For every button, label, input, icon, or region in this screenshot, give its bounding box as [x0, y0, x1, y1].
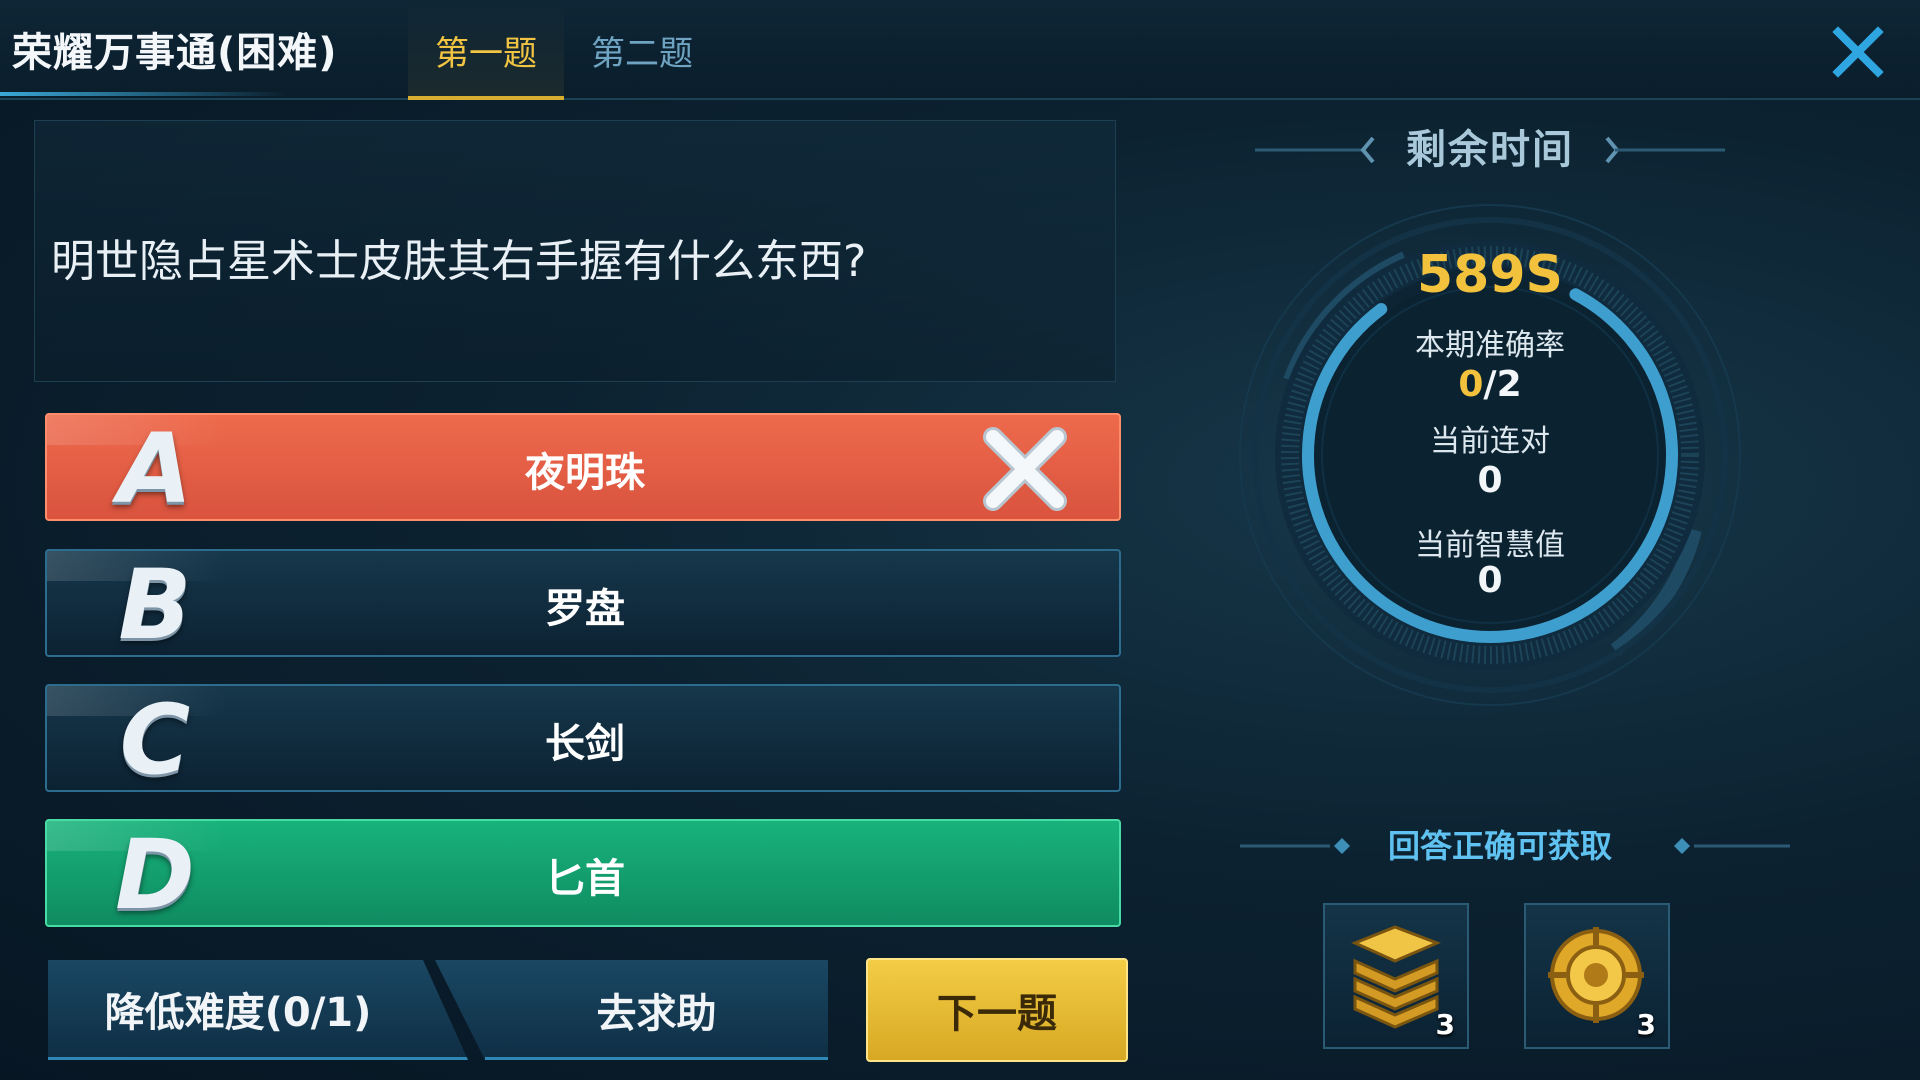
reward-count: 3	[1435, 1008, 1455, 1041]
reward-title: 回答正确可获取	[1387, 827, 1612, 865]
time-remaining-value: 589S	[1417, 245, 1563, 305]
wisdom-value: 0	[1477, 560, 1503, 601]
title-underline	[0, 92, 290, 96]
option-b[interactable]: B 罗盘	[45, 549, 1121, 657]
option-d[interactable]: D 匕首	[45, 819, 1121, 927]
option-label: 长剑	[545, 721, 625, 767]
tab-question-2[interactable]: 第二题	[564, 0, 720, 100]
accuracy-correct: 0	[1458, 364, 1484, 405]
option-label: 夜明珠	[525, 450, 645, 496]
close-button[interactable]	[1830, 24, 1886, 80]
option-c[interactable]: C 长剑	[45, 684, 1121, 792]
close-icon	[1832, 26, 1884, 78]
ask-help-button[interactable]: 去求助	[435, 960, 828, 1060]
wrong-answer-icon	[983, 427, 1067, 511]
reward-item-coins[interactable]: 3	[1323, 903, 1469, 1049]
wisdom-label: 当前智慧值	[1415, 528, 1565, 563]
option-a[interactable]: A 夜明珠	[45, 413, 1121, 521]
top-bar: 荣耀万事通(困难) 第一题 第二题	[0, 0, 1920, 100]
option-label: 罗盘	[545, 586, 625, 632]
streak-value: 0	[1477, 460, 1503, 501]
streak-label: 当前连对	[1430, 424, 1550, 459]
accuracy-label: 本期准确率	[1415, 328, 1565, 363]
lower-difficulty-button[interactable]: 降低难度(0/1)	[48, 960, 468, 1060]
reward-count: 3	[1636, 1008, 1656, 1041]
accuracy-value: 0/2	[1290, 364, 1690, 405]
tab-question-1[interactable]: 第一题	[408, 0, 564, 100]
option-label: 匕首	[545, 856, 625, 902]
quiz-title: 荣耀万事通(困难)	[12, 30, 338, 76]
reward-header: 回答正确可获取	[1200, 822, 1800, 870]
question-text: 明世隐占星术士皮肤其右手握有什么东西?	[51, 236, 867, 287]
next-question-button[interactable]: 下一题	[866, 958, 1128, 1062]
accuracy-total: /2	[1483, 364, 1522, 405]
time-header: 剩余时间	[1255, 120, 1725, 180]
reward-item-medallion[interactable]: 3	[1524, 903, 1670, 1049]
ask-help-underline	[485, 1057, 828, 1060]
time-remaining-label: 剩余时间	[1406, 127, 1574, 173]
question-panel: 明世隐占星术士皮肤其右手握有什么东西?	[34, 120, 1116, 382]
